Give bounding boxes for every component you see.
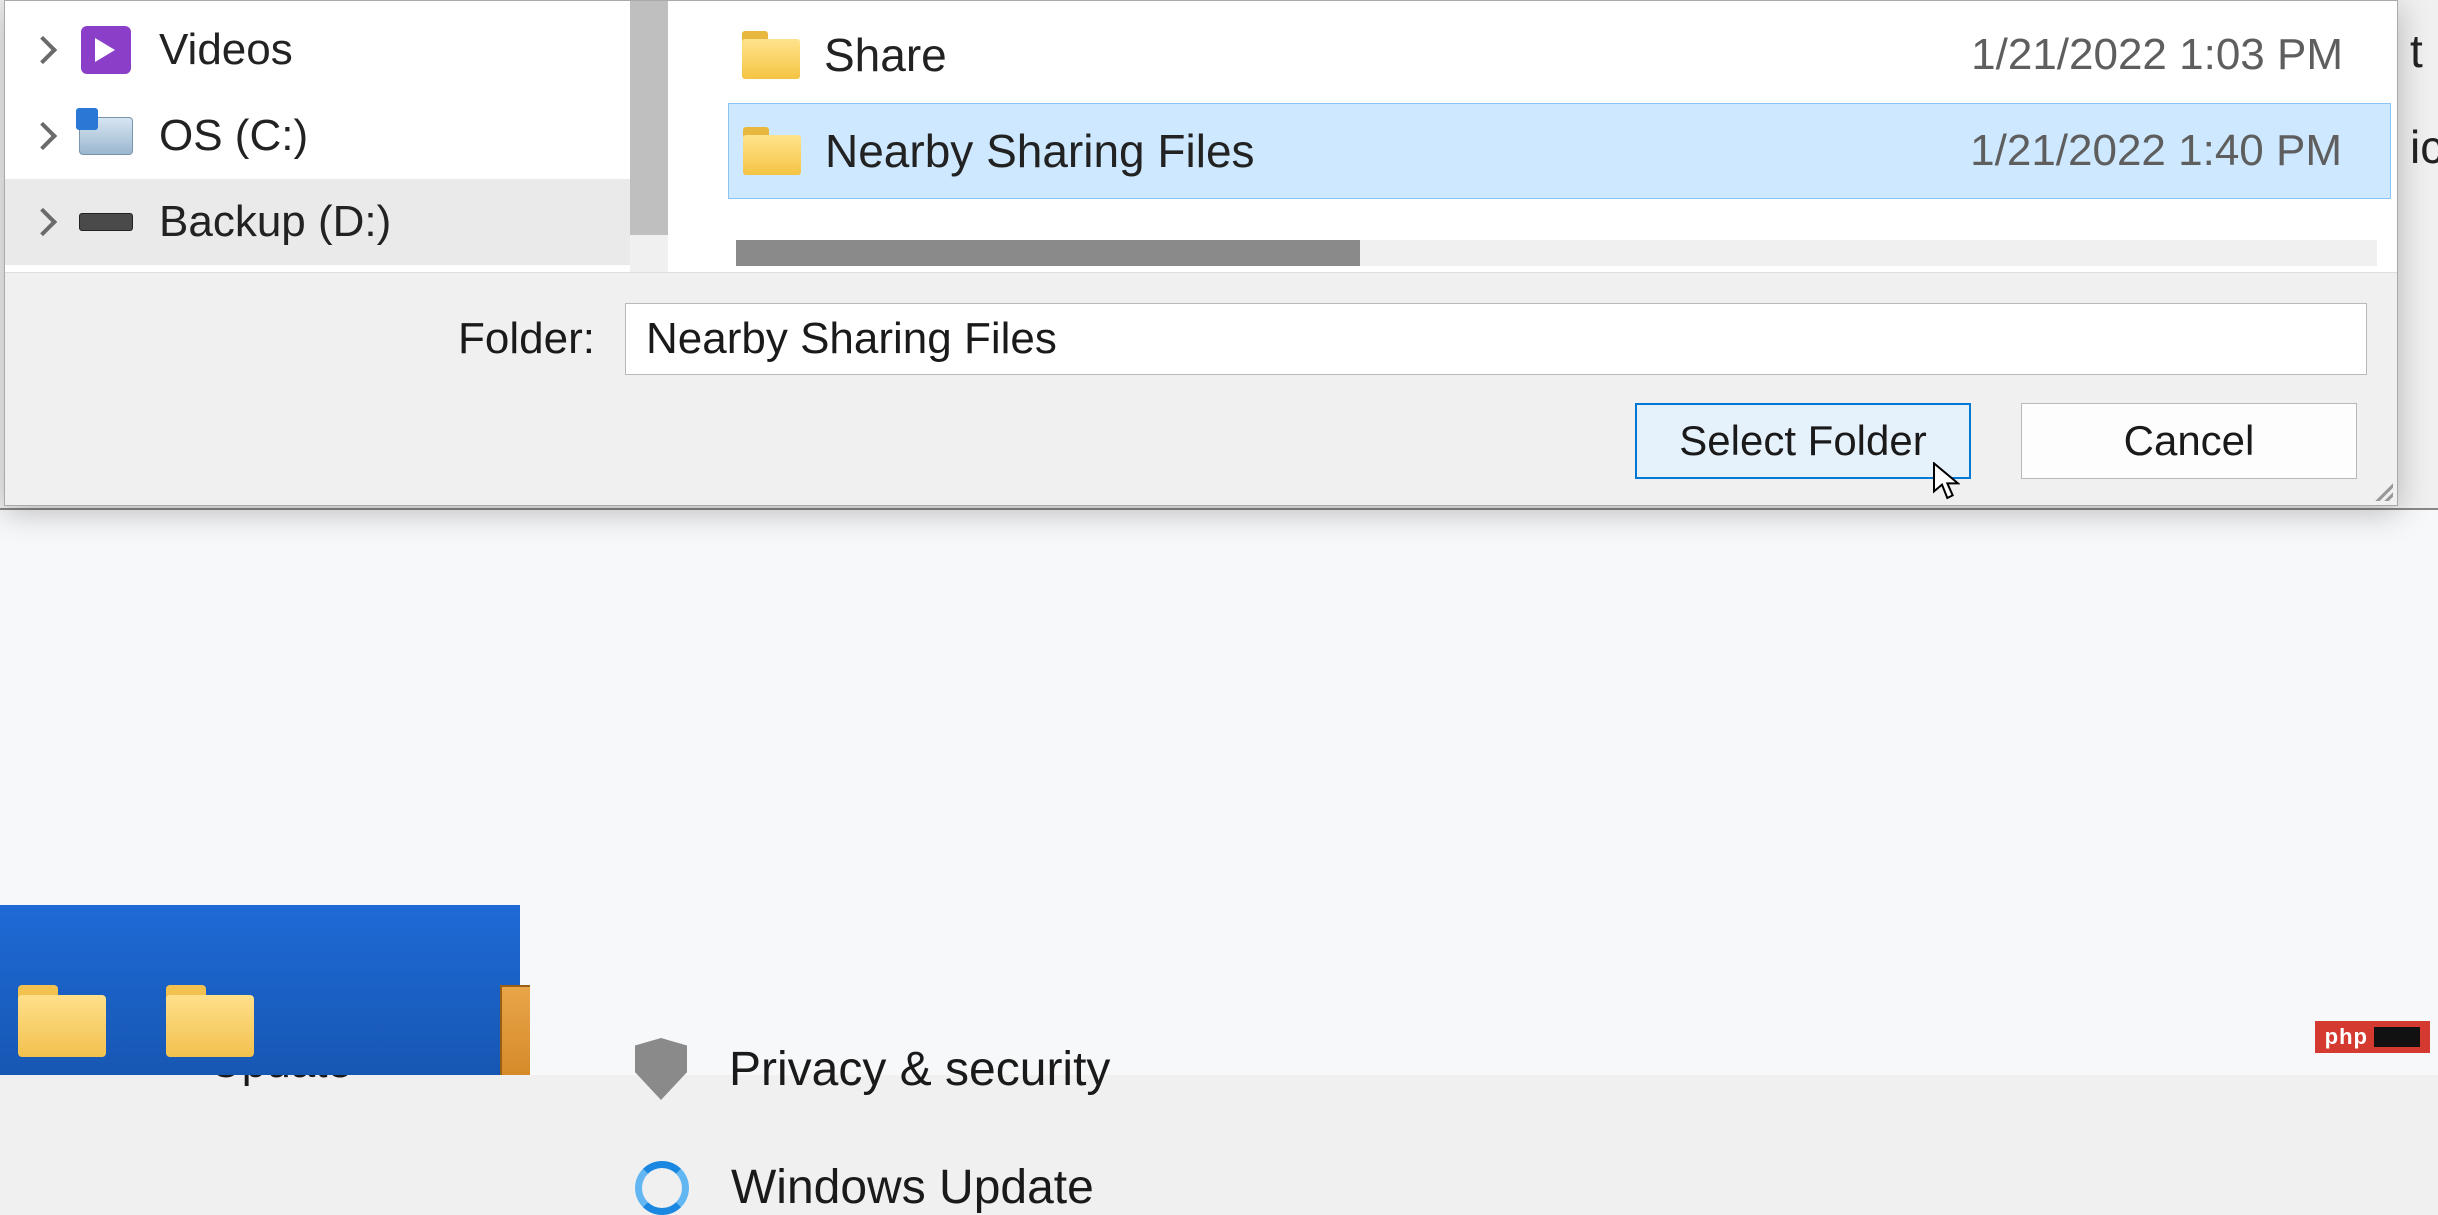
folder-picker-dialog: Videos OS (C:) Backup (D:) (4, 0, 2398, 506)
resize-grip[interactable] (2371, 479, 2393, 501)
taskbar-tray[interactable] (500, 985, 530, 1075)
horizontal-scrollbar[interactable] (736, 240, 2377, 266)
chevron-right-icon[interactable] (29, 122, 57, 150)
scrollbar-thumb[interactable] (630, 1, 668, 235)
file-row-share[interactable]: Share 1/21/2022 1:03 PM (728, 7, 2391, 103)
watermark-block (2374, 1027, 2420, 1047)
scrollbar-thumb[interactable] (736, 240, 1360, 266)
file-date: 1/21/2022 1:03 PM (1971, 30, 2363, 80)
taskbar-folder-icon[interactable] (166, 985, 254, 1057)
settings-window: Update Privacy & security Windows Update (0, 508, 2438, 1075)
dialog-footer: Folder: Select Folder Cancel (5, 272, 2397, 505)
videos-icon (81, 26, 131, 74)
file-date: 1/21/2022 1:40 PM (1970, 126, 2362, 176)
folder-label: Folder: (35, 314, 595, 364)
folder-icon (743, 127, 801, 175)
chevron-right-icon[interactable] (29, 208, 57, 236)
chevron-right-icon[interactable] (29, 36, 57, 64)
dialog-body: Videos OS (C:) Backup (D:) (5, 1, 2397, 272)
select-folder-button[interactable]: Select Folder (1635, 403, 1971, 479)
shield-icon (635, 1038, 687, 1100)
settings-item-windows-update[interactable]: Windows Update (635, 1160, 1094, 1215)
clipped-text: t (2410, 24, 2438, 78)
nav-scrollbar[interactable] (630, 1, 668, 272)
clipped-text: ic (2410, 120, 2438, 174)
settings-item-label: Privacy & security (729, 1042, 1110, 1097)
file-name: Nearby Sharing Files (825, 124, 1970, 178)
cancel-button[interactable]: Cancel (2021, 403, 2357, 479)
refresh-icon (635, 1161, 689, 1215)
nav-item-os-drive[interactable]: OS (C:) (5, 93, 668, 179)
drive-icon (79, 213, 133, 231)
navigation-pane: Videos OS (C:) Backup (D:) (5, 1, 668, 272)
nav-tree: Videos OS (C:) Backup (D:) (5, 1, 668, 272)
watermark-text: php (2325, 1024, 2368, 1050)
dialog-buttons: Select Folder Cancel (35, 403, 2367, 479)
nav-item-label: Backup (D:) (159, 197, 391, 247)
settings-item-label: Windows Update (731, 1160, 1094, 1215)
settings-item-privacy[interactable]: Privacy & security (635, 1038, 1110, 1100)
file-row-nearby-sharing[interactable]: Nearby Sharing Files 1/21/2022 1:40 PM (728, 103, 2391, 199)
nav-item-backup-drive[interactable]: Backup (D:) (5, 179, 668, 265)
file-list: Share 1/21/2022 1:03 PM Nearby Sharing F… (668, 1, 2397, 272)
folder-input-row: Folder: (35, 303, 2367, 375)
file-name: Share (824, 28, 1971, 82)
drive-icon (79, 117, 133, 155)
taskbar-folder-icon[interactable] (18, 985, 106, 1057)
nav-item-videos[interactable]: Videos (5, 7, 668, 93)
nav-item-label: Videos (159, 25, 293, 75)
taskbar (0, 905, 520, 1075)
nav-item-label: OS (C:) (159, 111, 308, 161)
folder-name-input[interactable] (625, 303, 2367, 375)
folder-icon (742, 31, 800, 79)
watermark: php (2315, 1021, 2430, 1053)
